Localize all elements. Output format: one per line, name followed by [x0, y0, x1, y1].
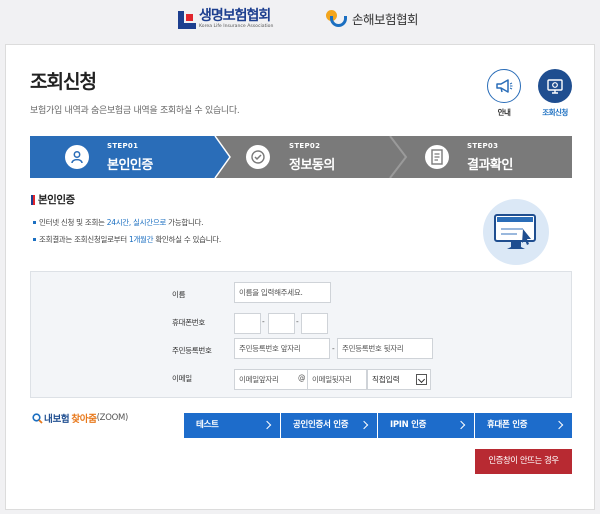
phone-separator-2: - [296, 317, 299, 326]
name-input[interactable]: 이름을 입력해주세요. [234, 282, 331, 303]
search-icon [32, 412, 43, 424]
email-label: 이메일 [172, 374, 192, 383]
phone-separator-1: - [262, 317, 265, 326]
identity-form: 이름 이름을 입력해주세요. 휴대폰번호 - - 주민등록번호 주민등록번호 앞… [30, 271, 572, 398]
user-icon [65, 145, 89, 169]
nonlife-insurance-logo-icon [326, 8, 348, 28]
info-bullet-1: 인터넷 신청 및 조회는 24시간, 실시간으로 가능합니다. [33, 217, 204, 228]
chevron-right-icon [456, 420, 466, 430]
email-domain-select[interactable]: 직접입력 [367, 369, 431, 390]
phone-input-1[interactable] [234, 313, 261, 334]
guide-button[interactable]: 안내 [486, 69, 522, 118]
site-header: 생명보험협회 Korea Life Insurance Association … [0, 0, 600, 42]
apply-button[interactable]: 조회신청 [537, 69, 573, 118]
email-domain-select-value: 직접입력 [372, 375, 400, 384]
computer-illustration-icon [483, 199, 549, 265]
popup-help-button[interactable]: 인증창이 안뜨는 경우 [475, 449, 572, 474]
page-description: 보험가입 내역과 숨은보험금 내역을 조회하실 수 있습니다. [30, 106, 240, 116]
megaphone-icon [496, 79, 513, 93]
ipin-auth-button[interactable]: IPIN 인증 [378, 413, 474, 438]
rrn-separator: - [332, 344, 335, 353]
check-circle-icon [246, 145, 270, 169]
email-domain-input[interactable]: 이메일뒷자리 [307, 369, 367, 390]
name-label: 이름 [172, 290, 186, 299]
life-insurance-logo-icon [178, 10, 196, 29]
step-2-name: 정보동의 [289, 158, 335, 173]
life-insurance-logo-text: 생명보험협회 [199, 8, 271, 24]
life-insurance-logo[interactable]: 생명보험협회 Korea Life Insurance Association [178, 9, 273, 30]
test-button[interactable]: 테스트 [184, 413, 280, 438]
phone-input-3[interactable] [301, 313, 328, 334]
apply-label: 조회신청 [542, 108, 568, 117]
monitor-icon [547, 79, 563, 94]
chevron-down-icon [416, 374, 427, 385]
rrn-front-input[interactable]: 주민등록번호 앞자리 [234, 338, 330, 359]
chevron-right-icon [554, 420, 564, 430]
step-1-name: 본인인증 [107, 158, 153, 173]
zoom-link[interactable]: 내보험 찾아줌 (ZOOM) [32, 411, 128, 425]
guide-label: 안내 [497, 108, 511, 117]
section-title: 본인인증 [31, 192, 75, 207]
step-3-name: 결과확인 [467, 158, 513, 173]
certificate-auth-button[interactable]: 공인인증서 인증 [281, 413, 377, 438]
info-bullet-2: 조회결과는 조회신청일로부터 1개월간 확인하실 수 있습니다. [33, 234, 221, 245]
phone-input-2[interactable] [268, 313, 295, 334]
step-2: STEP02 정보동의 [230, 136, 400, 178]
step-1-number: STEP01 [107, 142, 139, 150]
section-flag-icon [31, 194, 35, 205]
nonlife-insurance-logo[interactable]: 손해보험협회 [326, 8, 419, 28]
step-3: STEP03 결과확인 [406, 136, 572, 178]
chevron-right-icon [262, 420, 272, 430]
phone-label: 휴대폰번호 [172, 318, 205, 327]
nonlife-insurance-logo-text: 손해보험협회 [352, 11, 419, 27]
page-title: 조회신청 [30, 71, 97, 93]
step-2-number: STEP02 [289, 142, 321, 150]
step-1: STEP01 본인인증 [30, 136, 215, 178]
rrn-label: 주민등록번호 [172, 346, 212, 355]
email-at-sign: @ [298, 373, 306, 382]
phone-auth-button[interactable]: 휴대폰 인증 [475, 413, 572, 438]
chevron-right-icon [359, 420, 369, 430]
step-3-number: STEP03 [467, 142, 499, 150]
rrn-back-input[interactable]: 주민등록번호 뒷자리 [337, 338, 433, 359]
main-panel: 조회신청 보험가입 내역과 숨은보험금 내역을 조회하실 수 있습니다. 안내 … [5, 44, 595, 510]
life-insurance-logo-en: Korea Life Insurance Association [199, 24, 274, 29]
document-icon [425, 145, 449, 169]
step-indicator: STEP01 본인인증 STEP02 정보동의 STEP03 결과확인 [30, 136, 572, 178]
